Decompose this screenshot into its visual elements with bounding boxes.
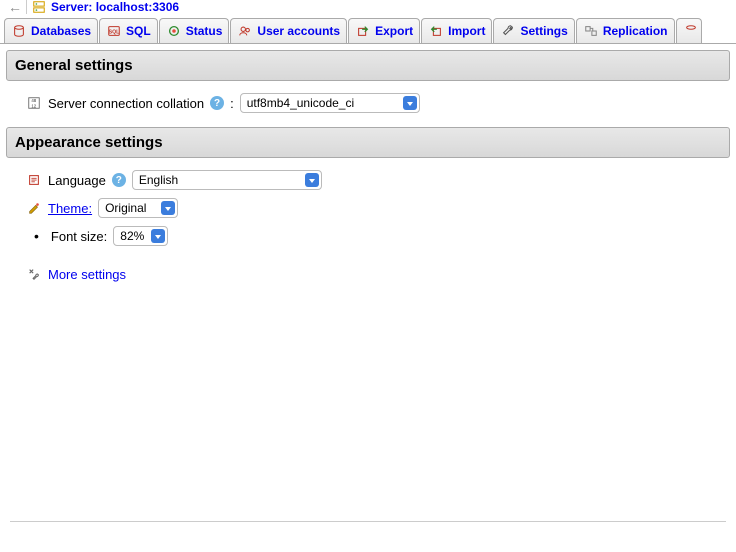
- tab-label: Status: [186, 24, 223, 38]
- tab-databases[interactable]: Databases: [4, 18, 98, 43]
- theme-select[interactable]: Original: [98, 198, 178, 218]
- language-icon: [26, 172, 42, 188]
- svg-text:12: 12: [31, 103, 36, 108]
- colon-text: :: [230, 96, 234, 111]
- tab-settings[interactable]: Settings: [493, 18, 574, 43]
- wrench-icon: [500, 23, 516, 39]
- theme-label[interactable]: Theme:: [48, 201, 92, 216]
- tab-replication[interactable]: Replication: [576, 18, 675, 43]
- back-arrow-icon[interactable]: ←: [4, 0, 27, 14]
- tab-label: User accounts: [257, 24, 340, 38]
- fontsize-select[interactable]: 82%: [113, 226, 168, 246]
- tab-label: Settings: [520, 24, 567, 38]
- export-icon: [355, 23, 371, 39]
- users-icon: [237, 23, 253, 39]
- database-icon: [683, 23, 699, 39]
- sql-icon: SQL: [106, 23, 122, 39]
- divider: [10, 521, 726, 522]
- tab-import[interactable]: Import: [421, 18, 492, 43]
- tab-label: Export: [375, 24, 413, 38]
- svg-text:48: 48: [31, 98, 36, 103]
- database-icon: [11, 23, 27, 39]
- server-icon: [31, 0, 47, 15]
- tab-status[interactable]: Status: [159, 18, 230, 43]
- tools-icon: [26, 266, 42, 282]
- svg-text:SQL: SQL: [109, 30, 121, 36]
- main-tabs: Databases SQL SQL Status User accounts E…: [0, 18, 736, 44]
- tab-label: Replication: [603, 24, 668, 38]
- theme-icon: [26, 200, 42, 216]
- help-icon[interactable]: ?: [112, 173, 126, 187]
- more-settings-link[interactable]: More settings: [48, 267, 126, 282]
- collation-label: Server connection collation: [48, 96, 204, 111]
- tab-user-accounts[interactable]: User accounts: [230, 18, 347, 43]
- section-general-settings: General settings: [6, 50, 730, 81]
- tab-export[interactable]: Export: [348, 18, 420, 43]
- tab-label: Import: [448, 24, 485, 38]
- tab-label: Databases: [31, 24, 91, 38]
- tab-sql[interactable]: SQL SQL: [99, 18, 158, 43]
- status-icon: [166, 23, 182, 39]
- tab-more[interactable]: [676, 18, 702, 43]
- breadcrumb-server[interactable]: Server: localhost:3306: [31, 0, 179, 15]
- server-label-text: Server: localhost:3306: [51, 0, 179, 14]
- import-icon: [428, 23, 444, 39]
- collation-icon: 4812: [26, 95, 42, 111]
- tab-label: SQL: [126, 24, 151, 38]
- collation-select[interactable]: utf8mb4_unicode_ci: [240, 93, 420, 113]
- language-select[interactable]: English: [132, 170, 322, 190]
- fontsize-label: Font size:: [51, 229, 107, 244]
- language-label: Language: [48, 173, 106, 188]
- replication-icon: [583, 23, 599, 39]
- section-appearance-settings: Appearance settings: [6, 127, 730, 158]
- help-icon[interactable]: ?: [210, 96, 224, 110]
